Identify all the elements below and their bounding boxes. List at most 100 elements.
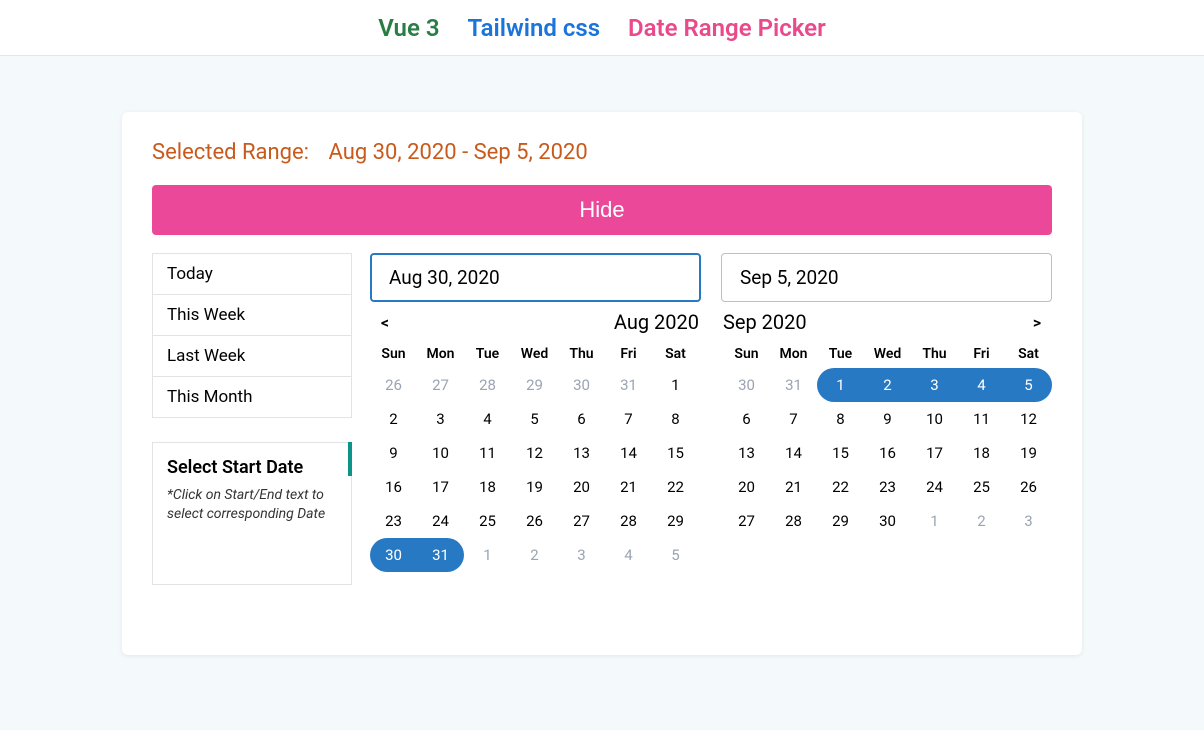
day-cell[interactable]: 5 [652, 538, 699, 572]
day-cell[interactable]: 13 [723, 436, 770, 470]
preset-this-week[interactable]: This Week [153, 295, 351, 336]
prev-month-button[interactable]: < [370, 313, 400, 332]
day-cell[interactable]: 16 [864, 436, 911, 470]
day-cell[interactable]: 13 [558, 436, 605, 470]
day-cell[interactable]: 30 [558, 368, 605, 402]
dow-label: Thu [911, 340, 958, 368]
day-cell[interactable]: 20 [723, 470, 770, 504]
calendar-left: < Aug 2020 SunMonTueWedThuFriSat 2627282… [370, 310, 699, 572]
day-cell[interactable]: 22 [817, 470, 864, 504]
day-cell[interactable]: 6 [558, 402, 605, 436]
day-cell[interactable]: 3 [558, 538, 605, 572]
day-cell[interactable]: 28 [770, 504, 817, 538]
topbar-vue: Vue 3 [378, 14, 439, 42]
day-cell[interactable]: 8 [817, 402, 864, 436]
day-cell[interactable]: 27 [723, 504, 770, 538]
presets-list: TodayThis WeekLast WeekThis Month [152, 253, 352, 418]
day-cell[interactable]: 19 [1005, 436, 1052, 470]
end-date-input[interactable]: Sep 5, 2020 [721, 253, 1052, 302]
day-cell[interactable]: 2 [864, 368, 911, 402]
day-cell[interactable]: 25 [464, 504, 511, 538]
day-cell[interactable]: 24 [911, 470, 958, 504]
topbar-tailwind: Tailwind css [468, 14, 600, 42]
day-cell[interactable]: 25 [958, 470, 1005, 504]
day-cell[interactable]: 11 [464, 436, 511, 470]
day-cell[interactable]: 5 [511, 402, 558, 436]
day-cell[interactable]: 1 [817, 368, 864, 402]
day-cell[interactable]: 31 [605, 368, 652, 402]
day-cell[interactable]: 16 [370, 470, 417, 504]
day-cell[interactable]: 7 [770, 402, 817, 436]
dow-label: Mon [770, 340, 817, 368]
day-cell[interactable]: 1 [652, 368, 699, 402]
day-cell[interactable]: 12 [511, 436, 558, 470]
day-cell[interactable]: 1 [911, 504, 958, 538]
day-cell[interactable]: 28 [605, 504, 652, 538]
day-cell[interactable]: 3 [1005, 504, 1052, 538]
day-cell[interactable]: 26 [370, 368, 417, 402]
day-cell[interactable]: 15 [652, 436, 699, 470]
start-date-input[interactable]: Aug 30, 2020 [370, 253, 701, 302]
day-cell[interactable]: 28 [464, 368, 511, 402]
dow-label: Sat [1005, 340, 1052, 368]
day-cell[interactable]: 31 [417, 538, 464, 572]
day-cell[interactable]: 17 [417, 470, 464, 504]
day-cell[interactable]: 8 [652, 402, 699, 436]
day-cell[interactable]: 18 [464, 470, 511, 504]
day-cell[interactable]: 6 [723, 402, 770, 436]
day-cell[interactable]: 2 [511, 538, 558, 572]
day-cell[interactable]: 29 [817, 504, 864, 538]
day-cell[interactable]: 23 [370, 504, 417, 538]
day-cell[interactable]: 27 [417, 368, 464, 402]
day-cell[interactable]: 11 [958, 402, 1005, 436]
dow-label: Sat [652, 340, 699, 368]
topbar-drp: Date Range Picker [628, 14, 826, 42]
preset-last-week[interactable]: Last Week [153, 336, 351, 377]
day-cell[interactable]: 2 [958, 504, 1005, 538]
day-cell[interactable]: 4 [464, 402, 511, 436]
day-cell[interactable]: 31 [770, 368, 817, 402]
day-cell[interactable]: 30 [723, 368, 770, 402]
month-label-left: Aug 2020 [614, 310, 699, 334]
day-cell[interactable]: 2 [370, 402, 417, 436]
hide-button[interactable]: Hide [152, 185, 1052, 235]
day-cell[interactable]: 19 [511, 470, 558, 504]
day-cell[interactable]: 24 [417, 504, 464, 538]
day-cell[interactable]: 9 [370, 436, 417, 470]
day-cell[interactable]: 4 [605, 538, 652, 572]
preset-today[interactable]: Today [153, 254, 351, 295]
day-cell[interactable]: 10 [417, 436, 464, 470]
day-cell[interactable]: 27 [558, 504, 605, 538]
day-cell[interactable]: 21 [770, 470, 817, 504]
preset-this-month[interactable]: This Month [153, 377, 351, 417]
day-cell[interactable]: 23 [864, 470, 911, 504]
day-cell[interactable]: 14 [605, 436, 652, 470]
help-title: Select Start Date [167, 457, 337, 478]
day-cell[interactable]: 18 [958, 436, 1005, 470]
day-cell[interactable]: 26 [511, 504, 558, 538]
day-cell[interactable]: 5 [1005, 368, 1052, 402]
day-cell[interactable]: 17 [911, 436, 958, 470]
day-cell[interactable]: 20 [558, 470, 605, 504]
day-cell[interactable]: 4 [958, 368, 1005, 402]
dow-label: Thu [558, 340, 605, 368]
day-cell[interactable]: 3 [417, 402, 464, 436]
next-month-button[interactable]: > [1022, 313, 1052, 332]
presets-column: TodayThis WeekLast WeekThis Month Select… [152, 253, 352, 585]
day-cell[interactable]: 30 [370, 538, 417, 572]
day-cell[interactable]: 9 [864, 402, 911, 436]
day-cell[interactable]: 3 [911, 368, 958, 402]
day-cell[interactable]: 14 [770, 436, 817, 470]
day-cell[interactable]: 10 [911, 402, 958, 436]
day-cell[interactable]: 7 [605, 402, 652, 436]
day-cell[interactable]: 21 [605, 470, 652, 504]
day-cell[interactable]: 29 [652, 504, 699, 538]
day-cell[interactable]: 12 [1005, 402, 1052, 436]
day-cell[interactable]: 30 [864, 504, 911, 538]
dow-label: Sun [723, 340, 770, 368]
day-cell[interactable]: 1 [464, 538, 511, 572]
day-cell[interactable]: 15 [817, 436, 864, 470]
day-cell[interactable]: 26 [1005, 470, 1052, 504]
day-cell[interactable]: 29 [511, 368, 558, 402]
day-cell[interactable]: 22 [652, 470, 699, 504]
